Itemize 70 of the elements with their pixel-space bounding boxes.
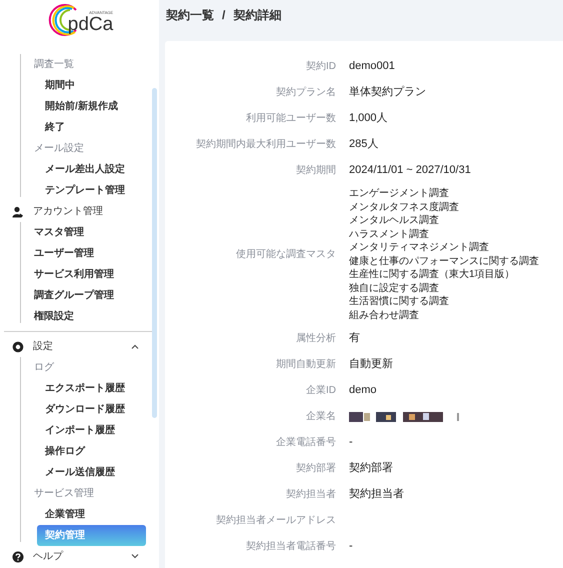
field-value-item: メンタルヘルス調査 [349, 214, 440, 228]
field-value: - [349, 539, 353, 554]
nav-item[interactable]: サービス利用管理 [27, 264, 146, 285]
field-value-item: 生活習慣に関する調査 [349, 295, 450, 308]
breadcrumb-current: 契約詳細 [233, 7, 282, 24]
nav-item[interactable]: ユーザー管理 [27, 243, 146, 264]
field-value: 契約担当者 [349, 487, 404, 502]
field-label: 企業ID [305, 384, 336, 398]
field-label: 企業名 [305, 410, 336, 424]
breadcrumb-separator: / [222, 7, 226, 24]
field-value: 有 [349, 331, 360, 346]
nav-item[interactable]: ダウンロード履歴 [37, 399, 146, 420]
nav-item[interactable]: インポート履歴 [37, 420, 146, 441]
field-value-item: 健康と仕事のパフォーマンスに関する調査 [349, 254, 539, 268]
field-value: - [349, 435, 353, 450]
field-value: 285人 [349, 137, 378, 152]
field-value: 自動更新 [349, 357, 393, 372]
nav-item[interactable]: 期間中 [37, 75, 146, 96]
nav-item[interactable]: メール送信履歴 [37, 462, 146, 483]
field-value-item: エンゲージメント調査 [349, 187, 450, 200]
field-label: 契約部署 [295, 462, 336, 476]
breadcrumb-link[interactable]: 契約一覧 [166, 6, 214, 24]
gear-icon [12, 340, 24, 352]
chevron-up-icon [131, 344, 139, 349]
field-label: 契約担当者 [285, 488, 336, 502]
nav-group-label[interactable]: メール設定 [27, 138, 146, 159]
field-label: 使用可能な調査マスタ [235, 248, 336, 262]
nav-item[interactable]: 権限設定 [27, 306, 146, 327]
field-value: 1,000人 [349, 111, 388, 126]
field-value-item: メンタルタフネス度調査 [349, 200, 460, 214]
field-value: demo [349, 383, 377, 398]
nav-item[interactable]: エクスポート履歴 [37, 378, 146, 399]
nav-group-label[interactable]: 調査一覧 [27, 54, 146, 75]
field-label: 契約ID [305, 60, 336, 74]
field-value-item: 生産性に関する調査（東大1項目版） [349, 268, 516, 282]
field-label: 契約期間 [295, 164, 336, 178]
nav-item[interactable]: 調査グループ管理 [27, 285, 146, 306]
nav-section-header[interactable]: ヘルプ [0, 546, 159, 567]
field-value: 契約部署 [349, 461, 393, 476]
field-value: demo001 [349, 59, 395, 74]
field-value-item: ハラスメント調査 [349, 228, 430, 241]
logo-wordmark: pdCa [68, 14, 114, 34]
nav-item[interactable]: 操作ログ [37, 441, 146, 462]
help-icon [12, 550, 24, 562]
field-label: 契約期間内最大利用ユーザー数 [195, 138, 336, 152]
user-icon [12, 206, 24, 218]
nav-item[interactable]: 企業管理 [37, 504, 146, 525]
nav-section-header[interactable]: アカウント管理 [0, 201, 159, 222]
field-label: 属性分析 [295, 332, 336, 346]
field-label: 利用可能ユーザー数 [245, 112, 336, 126]
nav-item[interactable]: マスタ管理 [27, 222, 146, 243]
field-value-item: 組み合わせ調査 [349, 308, 420, 322]
nav-group-label[interactable]: ログ [27, 357, 146, 378]
nav-item[interactable]: メール差出人設定 [37, 159, 146, 180]
nav-item[interactable]: テンプレート管理 [37, 180, 146, 201]
field-value: 単体契約プラン [349, 85, 426, 100]
scrollbar[interactable] [152, 88, 157, 418]
nav-section-header[interactable]: 設定 [0, 336, 159, 357]
chevron-down-icon [131, 554, 139, 559]
field-label: 契約プラン名 [275, 86, 336, 100]
field-value-item: 独自に設定する調査 [349, 282, 440, 295]
field-label: 契約担当者電話番号 [245, 540, 336, 554]
field-value: 2024/11/01 ~ 2027/10/31 [349, 163, 471, 178]
nav-item[interactable]: 開始前/新規作成 [37, 96, 146, 117]
nav-item[interactable]: 終了 [37, 117, 146, 138]
field-label: 企業電話番号 [275, 436, 336, 450]
nav-group-label[interactable]: サービス管理 [27, 483, 146, 504]
field-label: 期間自動更新 [275, 358, 336, 372]
field-label: 契約担当者メールアドレス [215, 514, 336, 528]
field-value-item: メンタリティマネジメント調査 [349, 241, 490, 254]
